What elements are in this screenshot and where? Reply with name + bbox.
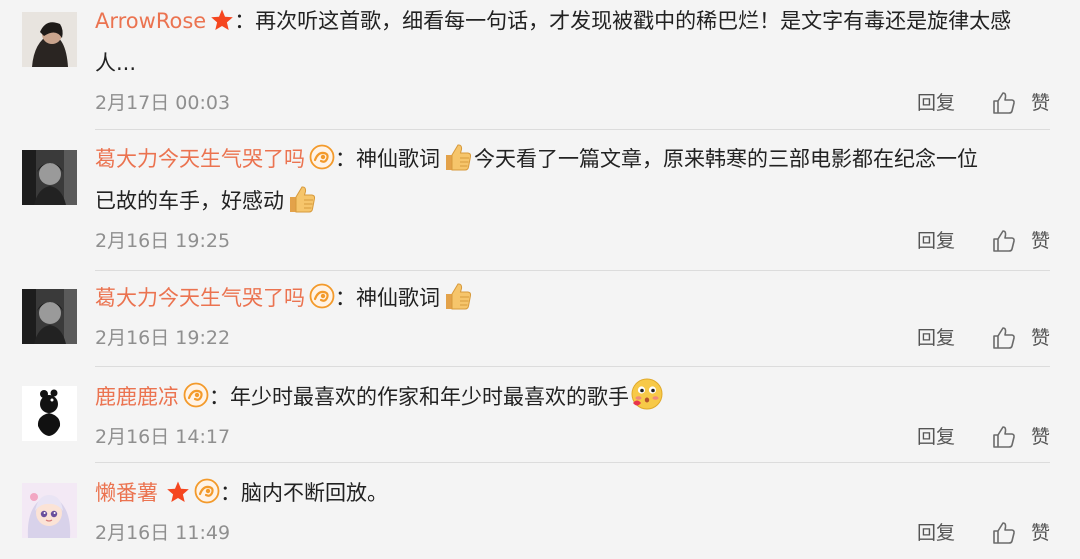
comment-body-cont: 人... [95, 51, 137, 75]
comment-body-2: 今天看了一篇文章，原来韩寒的三部电影都在纪念一位 [474, 147, 978, 171]
like-button[interactable]: 赞 [1031, 422, 1050, 452]
reply-button[interactable]: 回复 [917, 422, 955, 452]
comment-text: 鹿鹿鹿凉 ：年少时最喜欢的作家和年少时最喜欢的歌手 [95, 377, 1055, 424]
comment-body: ：神仙歌词 [335, 147, 440, 171]
blushing-emoji-icon [630, 377, 664, 424]
comment-item: 葛大力今天生气哭了吗 ：神仙歌词 今天看了一篇文章，原来韩寒的三部电影都在纪念一位 … [0, 130, 1080, 271]
like-thumb-icon[interactable] [991, 90, 1017, 125]
avatar[interactable] [22, 150, 77, 205]
like-button[interactable]: 赞 [1031, 88, 1050, 118]
comment-item: ArrowRose ：再次听这首歌，细看每一句话，才发现被戳中的稀巴烂！是文字有毒… [0, 0, 1080, 130]
comment-feed: ArrowRose ：再次听这首歌，细看每一句话，才发现被戳中的稀巴烂！是文字有毒… [0, 0, 1080, 559]
medal-badge-icon [309, 282, 335, 322]
reply-button[interactable]: 回复 [917, 88, 955, 118]
comment-body: ：神仙歌词 [335, 286, 440, 310]
avatar[interactable] [22, 483, 77, 538]
like-thumb-icon[interactable] [991, 424, 1017, 459]
comment-meta: 2月16日 19:25 回复 赞 [95, 226, 1050, 256]
reply-button[interactable]: 回复 [917, 226, 955, 256]
medal-badge-icon [309, 143, 335, 183]
comment-text: ArrowRose ：再次听这首歌，细看每一句话，才发现被戳中的稀巴烂！是文字有毒… [95, 1, 1055, 45]
like-thumb-icon[interactable] [991, 520, 1017, 555]
comment-time: 2月16日 19:25 [95, 230, 231, 252]
like-button[interactable]: 赞 [1031, 226, 1050, 256]
avatar[interactable] [22, 289, 77, 344]
reply-button[interactable]: 回复 [917, 518, 955, 548]
comment-text-cont: 人... [95, 43, 1055, 83]
comment-text-cont: 已故的车手，好感动 [95, 181, 1055, 228]
like-thumb-icon[interactable] [991, 228, 1017, 263]
avatar[interactable] [22, 12, 77, 67]
comment-body: ：脑内不断回放。 [220, 481, 388, 505]
comment-text: 葛大力今天生气哭了吗 ：神仙歌词 今天看了一篇文章，原来韩寒的三部电影都在纪念一位 [95, 139, 1055, 186]
comment-body: ：年少时最喜欢的作家和年少时最喜欢的歌手 [209, 385, 629, 409]
author-name[interactable]: 葛大力今天生气哭了吗 [95, 147, 305, 171]
reply-button[interactable]: 回复 [917, 323, 955, 353]
comment-meta: 2月17日 00:03 回复 赞 [95, 88, 1050, 118]
author-name[interactable]: ArrowRose [95, 9, 206, 33]
comment-meta: 2月16日 11:49 回复 赞 [95, 518, 1050, 548]
comment-item: 懒番薯 ：脑内不断回放。 2月16日 11:49 回复 赞 [0, 463, 1080, 559]
comment-text: 葛大力今天生气哭了吗 ：神仙歌词 [95, 278, 1055, 325]
comment-time: 2月17日 00:03 [95, 92, 231, 114]
like-thumb-icon[interactable] [991, 325, 1017, 360]
comment-body-cont: 已故的车手，好感动 [95, 189, 284, 213]
comment-text: 懒番薯 ：脑内不断回放。 [95, 473, 1055, 517]
comment-time: 2月16日 11:49 [95, 522, 231, 544]
medal-badge-icon [183, 381, 209, 421]
star-badge-icon [166, 477, 190, 517]
comment-time: 2月16日 19:22 [95, 327, 231, 349]
comment-meta: 2月16日 14:17 回复 赞 [95, 422, 1050, 452]
thumbs-up-emoji-icon [285, 183, 317, 228]
like-button[interactable]: 赞 [1031, 518, 1050, 548]
comment-meta: 2月16日 19:22 回复 赞 [95, 323, 1050, 353]
medal-badge-icon [194, 477, 220, 517]
thumbs-up-emoji-icon [441, 280, 473, 325]
author-name[interactable]: 鹿鹿鹿凉 [95, 385, 179, 409]
thumbs-up-emoji-icon [441, 141, 473, 186]
author-name[interactable]: 懒番薯 [95, 481, 158, 505]
comment-item: 葛大力今天生气哭了吗 ：神仙歌词 2月16日 19:22 回复 赞 [0, 271, 1080, 367]
author-name[interactable]: 葛大力今天生气哭了吗 [95, 286, 305, 310]
like-button[interactable]: 赞 [1031, 323, 1050, 353]
comment-time: 2月16日 14:17 [95, 426, 231, 448]
avatar[interactable] [22, 386, 77, 441]
star-badge-icon [210, 5, 234, 45]
comment-item: 鹿鹿鹿凉 ：年少时最喜欢的作家和年少时最喜欢的歌手 2月16日 14:17 回复 … [0, 367, 1080, 463]
comment-body: ：再次听这首歌，细看每一句话，才发现被戳中的稀巴烂！是文字有毒还是旋律太感 [234, 9, 1012, 33]
